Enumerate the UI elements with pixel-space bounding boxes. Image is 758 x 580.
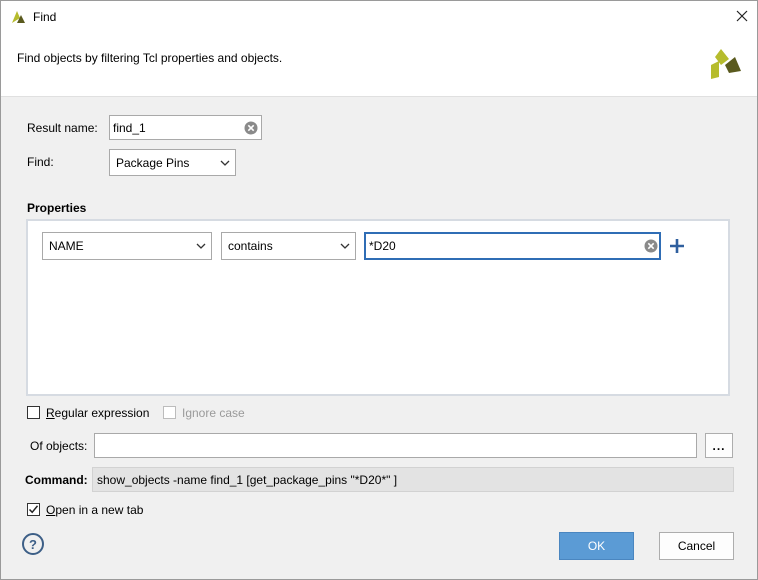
result-name-value: find_1 bbox=[113, 121, 146, 135]
app-logo-icon bbox=[10, 9, 26, 25]
command-label: Command: bbox=[25, 473, 88, 487]
clear-icon[interactable] bbox=[644, 239, 658, 253]
property-value-input[interactable]: *D20 bbox=[364, 232, 661, 260]
chevron-down-icon bbox=[215, 150, 235, 175]
property-value-text: *D20 bbox=[369, 239, 396, 253]
ok-button[interactable]: OK bbox=[559, 532, 634, 560]
find-type-select[interactable]: Package Pins bbox=[109, 149, 236, 176]
property-name-value: NAME bbox=[49, 239, 84, 253]
ignore-case-label: Ignore case bbox=[182, 406, 245, 420]
vendor-logo-icon bbox=[709, 47, 743, 81]
properties-heading: Properties bbox=[27, 201, 87, 215]
regular-expression-label[interactable]: Regular expression bbox=[46, 406, 149, 420]
clear-icon[interactable] bbox=[244, 121, 258, 135]
cancel-button[interactable]: Cancel bbox=[659, 532, 734, 560]
property-name-select[interactable]: NAME bbox=[42, 232, 212, 260]
find-type-value: Package Pins bbox=[116, 155, 190, 170]
chevron-down-icon bbox=[191, 233, 211, 259]
command-preview: show_objects -name find_1 [get_package_p… bbox=[92, 467, 734, 492]
help-button[interactable]: ? bbox=[22, 533, 44, 555]
browse-objects-button[interactable]: ... bbox=[705, 433, 733, 458]
add-property-icon[interactable] bbox=[668, 237, 686, 255]
property-operator-select[interactable]: contains bbox=[221, 232, 356, 260]
window-title: Find bbox=[33, 10, 57, 24]
result-name-input[interactable]: find_1 bbox=[109, 115, 262, 140]
open-new-tab-label[interactable]: Open in a new tab bbox=[46, 503, 143, 517]
title-bar: Find bbox=[1, 1, 757, 32]
result-name-label: Result name: bbox=[27, 121, 98, 135]
ignore-case-checkbox bbox=[163, 406, 176, 419]
property-operator-value: contains bbox=[228, 239, 273, 253]
chevron-down-icon bbox=[335, 233, 355, 259]
command-text: show_objects -name find_1 [get_package_p… bbox=[97, 473, 398, 487]
close-icon[interactable] bbox=[731, 5, 753, 27]
dialog-description: Find objects by filtering Tcl properties… bbox=[17, 51, 283, 65]
find-label: Find: bbox=[27, 155, 54, 169]
find-dialog: Find Find objects by filtering Tcl prope… bbox=[0, 0, 758, 580]
regular-expression-checkbox[interactable] bbox=[27, 406, 40, 419]
open-new-tab-checkbox[interactable] bbox=[27, 503, 40, 516]
of-objects-label: Of objects: bbox=[30, 439, 88, 453]
of-objects-input[interactable] bbox=[94, 433, 697, 458]
